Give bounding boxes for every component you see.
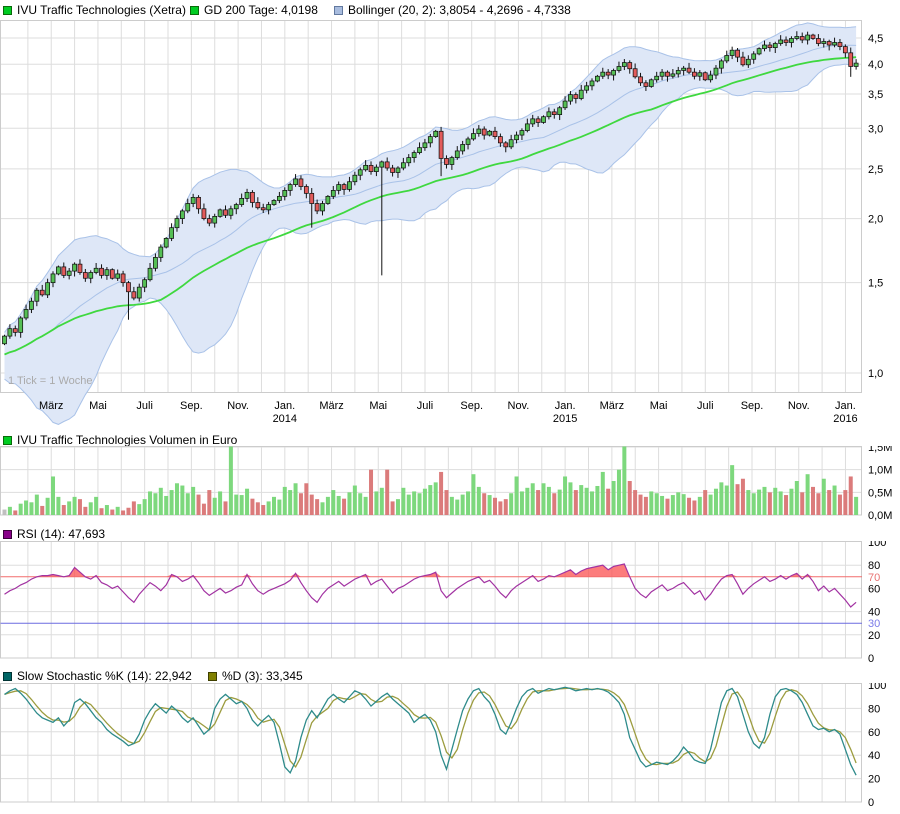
svg-text:Jan.: Jan. — [835, 400, 856, 412]
legend-label-rsi: RSI (14): 47,693 — [17, 527, 105, 541]
rsi-frame — [1, 542, 862, 659]
svg-text:80: 80 — [868, 560, 880, 572]
svg-text:20: 20 — [868, 774, 880, 786]
tick-note: 1 Tick = 1 Woche — [8, 375, 92, 387]
volume-swatch-icon — [3, 436, 12, 445]
legend-label-bollinger: Bollinger (20, 2): 3,8054 - 4,2696 - 4,7… — [348, 3, 571, 17]
svg-text:Nov.: Nov. — [227, 400, 249, 412]
x-axis-labels: März Mai Juli Sep. Nov. Jan. März Mai Juli Sep. No… — [39, 400, 858, 425]
legend-item-rsi: RSI (14): 47,693 — [3, 527, 105, 541]
legend-item-bollinger: Bollinger (20, 2): 3,8054 - 4,2696 - 4,7… — [334, 3, 571, 17]
svg-text:Jan.: Jan. — [555, 400, 576, 412]
svg-text:Juli: Juli — [697, 400, 714, 412]
legend-label-price-series: IVU Traffic Technologies (Xetra) — [17, 3, 186, 17]
svg-text:3,0: 3,0 — [868, 123, 883, 135]
legend-label-stoch-d: %D (3): 33,345 — [222, 669, 303, 683]
svg-text:1,0M: 1,0M — [868, 465, 892, 477]
rsi-axis-labels: 100 807060 403020 0 — [868, 541, 886, 665]
price-axis-labels: 4,5 4,0 3,5 3,0 2,5 2,0 1,5 1,0 — [868, 33, 883, 380]
stoch-frame — [1, 684, 862, 803]
svg-text:Nov.: Nov. — [788, 400, 810, 412]
stock-chart-panel: IVU Traffic Technologies (Xetra) GD 200 … — [0, 0, 900, 814]
stoch-d-swatch-icon — [208, 672, 217, 681]
svg-text:60: 60 — [868, 727, 880, 739]
svg-text:Mai: Mai — [369, 400, 387, 412]
svg-text:1 Tick = 1 Woche: 1 Tick = 1 Woche — [8, 375, 92, 387]
legend-item-volume: IVU Traffic Technologies Volumen in Euro — [3, 433, 237, 447]
rsi-chart[interactable]: 100 807060 403020 0 — [0, 541, 900, 665]
rsi-swatch-icon — [3, 530, 12, 539]
bollinger-swatch-icon — [334, 6, 343, 15]
svg-text:März: März — [319, 400, 343, 412]
svg-text:1,5: 1,5 — [868, 278, 883, 290]
legend-main: IVU Traffic Technologies (Xetra) GD 200 … — [0, 3, 900, 18]
volume-axis-labels: 1,5M 1,0M 0,5M 0,0M — [868, 446, 892, 522]
svg-text:3,5: 3,5 — [868, 89, 883, 101]
svg-text:70: 70 — [868, 572, 880, 584]
price-series-swatch-icon — [3, 6, 12, 15]
svg-text:30: 30 — [868, 618, 880, 630]
legend-label-gd200: GD 200 Tage: 4,0198 — [204, 3, 318, 17]
svg-text:Sep.: Sep. — [180, 400, 203, 412]
svg-text:0: 0 — [868, 797, 874, 809]
volume-bars — [3, 447, 859, 516]
svg-text:4,0: 4,0 — [868, 59, 883, 71]
legend-stochastic: Slow Stochastic %K (14): 22,942 %D (3): … — [0, 669, 900, 684]
svg-text:Sep.: Sep. — [741, 400, 764, 412]
svg-text:März: März — [39, 400, 63, 412]
svg-text:Mai: Mai — [89, 400, 107, 412]
svg-text:100: 100 — [868, 541, 886, 549]
svg-text:März: März — [600, 400, 624, 412]
svg-text:40: 40 — [868, 750, 880, 762]
svg-text:2015: 2015 — [553, 413, 577, 425]
svg-text:1,5M: 1,5M — [868, 446, 892, 454]
svg-text:100: 100 — [868, 683, 886, 692]
svg-text:2,5: 2,5 — [868, 164, 883, 176]
legend-rsi: RSI (14): 47,693 — [0, 527, 900, 542]
legend-item-gd200: GD 200 Tage: 4,0198 — [190, 3, 318, 17]
legend-item-price-series: IVU Traffic Technologies (Xetra) — [3, 3, 186, 17]
svg-text:1,0: 1,0 — [868, 368, 883, 380]
stoch-grid — [1, 684, 863, 803]
svg-text:0,0M: 0,0M — [868, 510, 892, 522]
svg-text:Nov.: Nov. — [508, 400, 530, 412]
svg-text:4,5: 4,5 — [868, 33, 883, 45]
price-chart[interactable]: 4,5 4,0 3,5 3,0 2,5 2,0 1,5 1,0 März Mai Juli Sep. N… — [0, 20, 900, 432]
svg-text:2016: 2016 — [833, 413, 857, 425]
svg-text:Juli: Juli — [136, 400, 153, 412]
gd200-swatch-icon — [190, 6, 199, 15]
svg-text:60: 60 — [868, 583, 880, 595]
stoch-k-swatch-icon — [3, 672, 12, 681]
svg-text:0: 0 — [868, 653, 874, 665]
stochastic-chart[interactable]: 100 80 60 40 20 0 — [0, 683, 900, 809]
svg-text:2014: 2014 — [273, 413, 297, 425]
svg-text:40: 40 — [868, 607, 880, 619]
svg-text:20: 20 — [868, 630, 880, 642]
rsi-grid — [1, 542, 863, 659]
svg-text:Jan.: Jan. — [274, 400, 295, 412]
legend-label-stoch-k: Slow Stochastic %K (14): 22,942 — [17, 669, 192, 683]
svg-text:2,0: 2,0 — [868, 214, 883, 226]
svg-text:Juli: Juli — [417, 400, 434, 412]
svg-text:Mai: Mai — [650, 400, 668, 412]
svg-text:0,5M: 0,5M — [868, 487, 892, 499]
svg-text:Sep.: Sep. — [460, 400, 483, 412]
stoch-axis-labels: 100 80 60 40 20 0 — [868, 683, 886, 809]
legend-item-stoch-k: Slow Stochastic %K (14): 22,942 — [3, 669, 192, 683]
volume-chart[interactable]: 1,5M 1,0M 0,5M 0,0M — [0, 446, 900, 522]
legend-item-stoch-d: %D (3): 33,345 — [208, 669, 303, 683]
svg-text:80: 80 — [868, 703, 880, 715]
legend-label-volume: IVU Traffic Technologies Volumen in Euro — [17, 433, 237, 447]
